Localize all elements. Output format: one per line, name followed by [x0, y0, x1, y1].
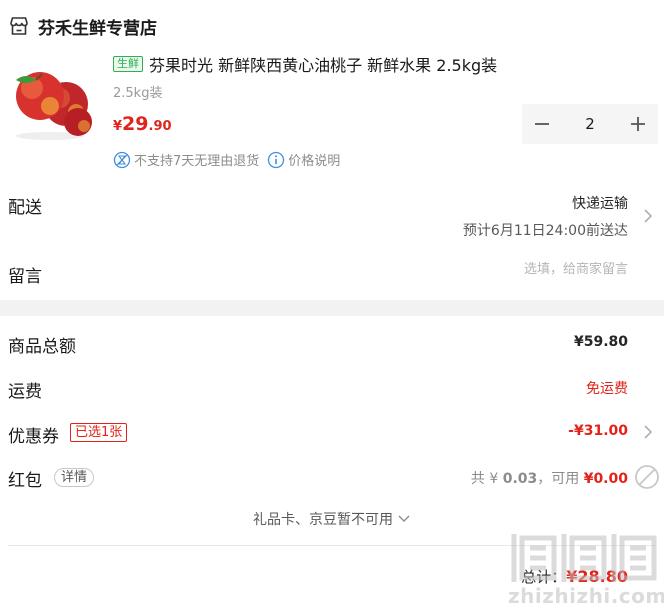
price-decimal: .90: [148, 119, 172, 134]
minus-icon: [535, 123, 549, 125]
plus-icon: [631, 117, 645, 131]
product-spec: 2.5kg装: [113, 86, 163, 101]
watermark-logo: [511, 534, 657, 582]
redpacket-available: ¥0.00: [583, 471, 628, 487]
shipping-value: 免运费: [586, 381, 628, 397]
unusable-note-text: 礼品卡、京豆暂不可用: [253, 512, 393, 528]
goods-total-value: ¥59.80: [573, 334, 628, 350]
price-integer: 29: [122, 113, 149, 135]
goods-total-label: 商品总额: [8, 337, 76, 357]
no-return-icon: [113, 151, 131, 169]
product-image[interactable]: [8, 50, 100, 142]
shop-name: 芬禾生鲜专营店: [38, 18, 157, 39]
remark-input[interactable]: [328, 262, 628, 277]
redpacket-total: 0.03: [502, 471, 538, 487]
service-info: 不支持7天无理由退货 价格说明: [113, 150, 340, 169]
coupon-selected-badge[interactable]: 已选1张: [70, 423, 128, 442]
store-icon: [8, 15, 30, 37]
redpacket-info: 共 ¥ 0.03，可用 ¥0.00: [471, 468, 628, 488]
delivery-method[interactable]: 快递运输: [572, 193, 628, 213]
delivery-eta[interactable]: 预计6月11日24:00前送达: [463, 220, 628, 240]
quantity-stepper[interactable]: 2: [522, 104, 658, 144]
info-icon[interactable]: [267, 151, 285, 169]
order-item-card: 芬禾生鲜专营店 生鲜 芬果时光 新鲜陕西黄心油桃子 新鲜水果 2.5kg装 2.…: [0, 0, 664, 300]
coupon-label: 优惠券: [8, 427, 59, 447]
price-symbol: ¥: [113, 119, 123, 134]
fresh-tag: 生鲜: [113, 56, 143, 72]
disabled-icon: [634, 464, 660, 490]
quantity-value[interactable]: 2: [562, 115, 618, 133]
no-return-text: 不支持7天无理由退货: [134, 154, 260, 169]
chevron-down-icon: [397, 512, 411, 528]
site-watermark: zhizhizhi.com: [508, 530, 664, 610]
chevron-right-icon[interactable]: [642, 207, 654, 225]
product-title[interactable]: 生鲜 芬果时光 新鲜陕西黄心油桃子 新鲜水果 2.5kg装: [113, 52, 497, 76]
remark-label: 留言: [8, 267, 42, 287]
chevron-right-icon[interactable]: [642, 423, 654, 441]
coupon-value[interactable]: -¥31.00: [568, 423, 628, 439]
redpacket-label: 红包: [8, 471, 42, 491]
redpacket-avail-prefix: ，可用: [537, 471, 584, 487]
increase-button[interactable]: [618, 104, 658, 144]
decrease-button[interactable]: [522, 104, 562, 144]
shop-header[interactable]: 芬禾生鲜专营店: [8, 12, 157, 40]
price-explanation-link[interactable]: 价格说明: [288, 150, 340, 169]
watermark-text: zhizhizhi.com: [508, 584, 664, 608]
shipping-label: 运费: [8, 382, 42, 402]
product-price: ¥29.90: [113, 113, 172, 135]
product-title-text: 芬果时光 新鲜陕西黄心油桃子 新鲜水果 2.5kg装: [149, 56, 498, 75]
redpacket-detail-button[interactable]: 详情: [54, 468, 95, 487]
redpacket-total-prefix: 共 ¥: [470, 471, 503, 487]
unusable-note[interactable]: 礼品卡、京豆暂不可用: [0, 509, 664, 529]
delivery-label: 配送: [8, 198, 42, 218]
